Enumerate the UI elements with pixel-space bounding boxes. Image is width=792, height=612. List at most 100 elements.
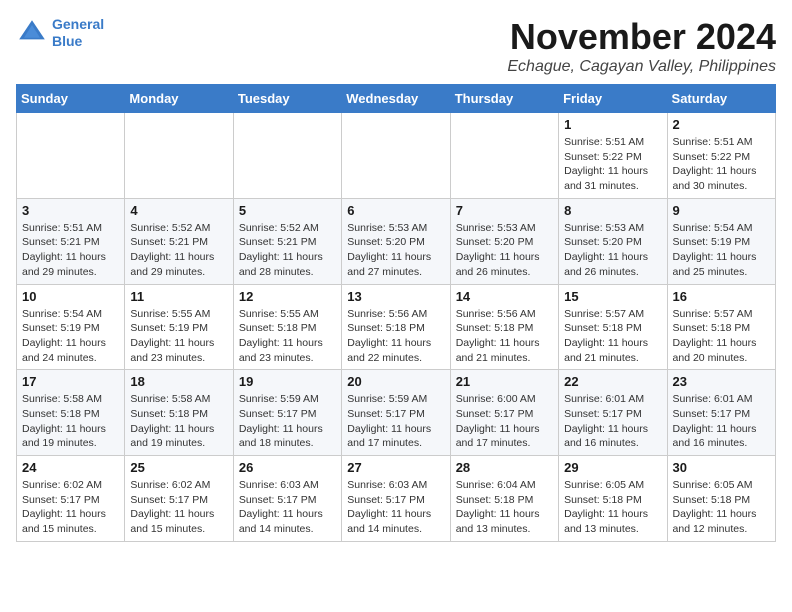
day-info-3: Sunrise: 5:51 AM Sunset: 5:21 PM Dayligh… (22, 221, 119, 280)
calendar-table: SundayMondayTuesdayWednesdayThursdayFrid… (16, 84, 776, 542)
day-number-14: 14 (456, 289, 553, 304)
calendar-empty (125, 113, 233, 199)
day-info-10: Sunrise: 5:54 AM Sunset: 5:19 PM Dayligh… (22, 307, 119, 366)
day-number-17: 17 (22, 374, 119, 389)
calendar-empty (233, 113, 341, 199)
logo-text: General Blue (52, 16, 104, 50)
day-number-11: 11 (130, 289, 227, 304)
day-info-12: Sunrise: 5:55 AM Sunset: 5:18 PM Dayligh… (239, 307, 336, 366)
calendar-week-1: 1 Sunrise: 5:51 AM Sunset: 5:22 PM Daylig… (17, 113, 776, 199)
day-number-20: 20 (347, 374, 444, 389)
calendar-day-21: 21 Sunrise: 6:00 AM Sunset: 5:17 PM Dayli… (450, 370, 558, 456)
day-number-7: 7 (456, 203, 553, 218)
day-number-19: 19 (239, 374, 336, 389)
calendar-day-16: 16 Sunrise: 5:57 AM Sunset: 5:18 PM Dayli… (667, 284, 775, 370)
day-info-23: Sunrise: 6:01 AM Sunset: 5:17 PM Dayligh… (673, 392, 770, 451)
calendar-day-7: 7 Sunrise: 5:53 AM Sunset: 5:20 PM Daylig… (450, 198, 558, 284)
calendar-day-2: 2 Sunrise: 5:51 AM Sunset: 5:22 PM Daylig… (667, 113, 775, 199)
calendar-day-25: 25Sunrise: 6:02 AM Sunset: 5:17 PM Dayli… (125, 456, 233, 542)
calendar-day-19: 19Sunrise: 5:59 AM Sunset: 5:17 PM Dayli… (233, 370, 341, 456)
calendar-empty (450, 113, 558, 199)
calendar-day-29: 29Sunrise: 6:05 AM Sunset: 5:18 PM Dayli… (559, 456, 667, 542)
weekday-header-monday: Monday (125, 85, 233, 113)
calendar-day-11: 11 Sunrise: 5:55 AM Sunset: 5:19 PM Dayli… (125, 284, 233, 370)
day-info-27: Sunrise: 6:03 AM Sunset: 5:17 PM Dayligh… (347, 478, 444, 537)
day-info-9: Sunrise: 5:54 AM Sunset: 5:19 PM Dayligh… (673, 221, 770, 280)
logo: General Blue (16, 16, 104, 50)
calendar-week-3: 10 Sunrise: 5:54 AM Sunset: 5:19 PM Dayli… (17, 284, 776, 370)
day-info-7: Sunrise: 5:53 AM Sunset: 5:20 PM Dayligh… (456, 221, 553, 280)
day-number-9: 9 (673, 203, 770, 218)
weekday-header-tuesday: Tuesday (233, 85, 341, 113)
calendar-week-4: 17 Sunrise: 5:58 AM Sunset: 5:18 PM Dayli… (17, 370, 776, 456)
day-info-15: Sunrise: 5:57 AM Sunset: 5:18 PM Dayligh… (564, 307, 661, 366)
day-number-2: 2 (673, 117, 770, 132)
logo-line1: General (52, 16, 104, 32)
calendar-week-2: 3 Sunrise: 5:51 AM Sunset: 5:21 PM Daylig… (17, 198, 776, 284)
day-number-16: 16 (673, 289, 770, 304)
day-number-30: 30 (673, 460, 770, 475)
calendar-day-10: 10 Sunrise: 5:54 AM Sunset: 5:19 PM Dayli… (17, 284, 125, 370)
day-info-22: Sunrise: 6:01 AM Sunset: 5:17 PM Dayligh… (564, 392, 661, 451)
calendar-day-15: 15 Sunrise: 5:57 AM Sunset: 5:18 PM Dayli… (559, 284, 667, 370)
logo-icon (16, 17, 48, 49)
day-info-25: Sunrise: 6:02 AM Sunset: 5:17 PM Dayligh… (130, 478, 227, 537)
day-info-17: Sunrise: 5:58 AM Sunset: 5:18 PM Dayligh… (22, 392, 119, 451)
day-number-27: 27 (347, 460, 444, 475)
calendar-empty (17, 113, 125, 199)
day-number-1: 1 (564, 117, 661, 132)
day-number-23: 23 (673, 374, 770, 389)
day-number-26: 26 (239, 460, 336, 475)
day-number-5: 5 (239, 203, 336, 218)
day-number-6: 6 (347, 203, 444, 218)
day-info-4: Sunrise: 5:52 AM Sunset: 5:21 PM Dayligh… (130, 221, 227, 280)
calendar-day-28: 28 Sunrise: 6:04 AM Sunset: 5:18 PM Dayli… (450, 456, 558, 542)
calendar-header: SundayMondayTuesdayWednesdayThursdayFrid… (17, 85, 776, 113)
day-info-28: Sunrise: 6:04 AM Sunset: 5:18 PM Dayligh… (456, 478, 553, 537)
day-info-20: Sunrise: 5:59 AM Sunset: 5:17 PM Dayligh… (347, 392, 444, 451)
day-info-21: Sunrise: 6:00 AM Sunset: 5:17 PM Dayligh… (456, 392, 553, 451)
day-number-18: 18 (130, 374, 227, 389)
calendar-empty (342, 113, 450, 199)
calendar-day-3: 3 Sunrise: 5:51 AM Sunset: 5:21 PM Daylig… (17, 198, 125, 284)
calendar-day-24: 24 Sunrise: 6:02 AM Sunset: 5:17 PM Dayli… (17, 456, 125, 542)
location: Echague, Cagayan Valley, Philippines (507, 58, 776, 76)
day-info-16: Sunrise: 5:57 AM Sunset: 5:18 PM Dayligh… (673, 307, 770, 366)
weekday-header-wednesday: Wednesday (342, 85, 450, 113)
day-number-12: 12 (239, 289, 336, 304)
page-header: General Blue November 2024 Echague, Caga… (16, 16, 776, 76)
day-number-28: 28 (456, 460, 553, 475)
day-info-13: Sunrise: 5:56 AM Sunset: 5:18 PM Dayligh… (347, 307, 444, 366)
weekday-header-sunday: Sunday (17, 85, 125, 113)
calendar-day-12: 12 Sunrise: 5:55 AM Sunset: 5:18 PM Dayli… (233, 284, 341, 370)
calendar-body: 1 Sunrise: 5:51 AM Sunset: 5:22 PM Daylig… (17, 113, 776, 542)
logo-line2: Blue (52, 33, 104, 50)
day-number-8: 8 (564, 203, 661, 218)
day-number-4: 4 (130, 203, 227, 218)
day-info-2: Sunrise: 5:51 AM Sunset: 5:22 PM Dayligh… (673, 135, 770, 194)
day-info-11: Sunrise: 5:55 AM Sunset: 5:19 PM Dayligh… (130, 307, 227, 366)
calendar-day-20: 20 Sunrise: 5:59 AM Sunset: 5:17 PM Dayli… (342, 370, 450, 456)
day-info-1: Sunrise: 5:51 AM Sunset: 5:22 PM Dayligh… (564, 135, 661, 194)
weekday-header-saturday: Saturday (667, 85, 775, 113)
day-number-24: 24 (22, 460, 119, 475)
day-number-22: 22 (564, 374, 661, 389)
day-info-5: Sunrise: 5:52 AM Sunset: 5:21 PM Dayligh… (239, 221, 336, 280)
weekday-header-row: SundayMondayTuesdayWednesdayThursdayFrid… (17, 85, 776, 113)
day-number-15: 15 (564, 289, 661, 304)
calendar-day-8: 8Sunrise: 5:53 AM Sunset: 5:20 PM Daylig… (559, 198, 667, 284)
month-title: November 2024 (507, 16, 776, 58)
calendar-day-14: 14Sunrise: 5:56 AM Sunset: 5:18 PM Dayli… (450, 284, 558, 370)
day-info-30: Sunrise: 6:05 AM Sunset: 5:18 PM Dayligh… (673, 478, 770, 537)
day-number-21: 21 (456, 374, 553, 389)
day-info-24: Sunrise: 6:02 AM Sunset: 5:17 PM Dayligh… (22, 478, 119, 537)
day-number-3: 3 (22, 203, 119, 218)
title-block: November 2024 Echague, Cagayan Valley, P… (507, 16, 776, 76)
calendar-day-26: 26Sunrise: 6:03 AM Sunset: 5:17 PM Dayli… (233, 456, 341, 542)
calendar-day-27: 27 Sunrise: 6:03 AM Sunset: 5:17 PM Dayli… (342, 456, 450, 542)
weekday-header-thursday: Thursday (450, 85, 558, 113)
day-number-10: 10 (22, 289, 119, 304)
weekday-header-friday: Friday (559, 85, 667, 113)
calendar-day-22: 22 Sunrise: 6:01 AM Sunset: 5:17 PM Dayli… (559, 370, 667, 456)
calendar-day-18: 18Sunrise: 5:58 AM Sunset: 5:18 PM Dayli… (125, 370, 233, 456)
